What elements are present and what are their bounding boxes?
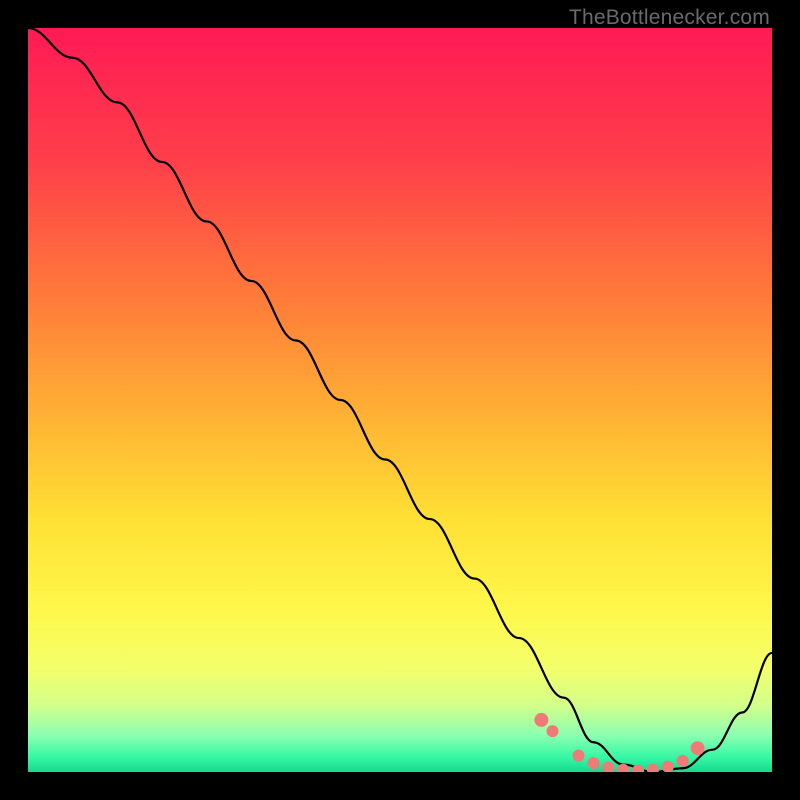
marker-dot (547, 725, 559, 737)
marker-dot (647, 764, 659, 772)
watermark-label: TheBottlenecker.com (569, 6, 770, 30)
bottleneck-curve (28, 28, 772, 772)
marker-dot (587, 757, 599, 769)
marker-dot (691, 741, 705, 755)
chart-container: TheBottlenecker.com (0, 0, 800, 800)
marker-dot (662, 761, 674, 772)
marker-dot (534, 713, 548, 727)
plot-area (28, 28, 772, 772)
marker-dot (677, 755, 689, 767)
marker-dot (602, 762, 614, 772)
marker-dot (573, 750, 585, 762)
curve-layer (28, 28, 772, 772)
